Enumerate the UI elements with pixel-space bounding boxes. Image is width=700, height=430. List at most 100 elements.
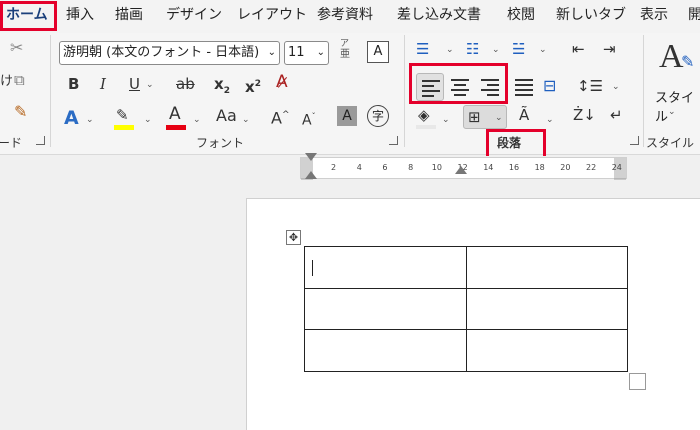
text-effects-icon[interactable]: A bbox=[64, 109, 79, 128]
ruler-number: 24 bbox=[611, 163, 622, 172]
table-cell[interactable] bbox=[467, 330, 628, 371]
enclose-char-button[interactable]: 字 bbox=[367, 105, 389, 127]
chevron-down-icon[interactable]: ⌄ bbox=[442, 115, 450, 125]
justify-button[interactable] bbox=[510, 73, 538, 101]
indent-marker[interactable] bbox=[305, 153, 317, 183]
font-color-icon[interactable]: A bbox=[169, 105, 181, 123]
highlight-color-bar bbox=[114, 125, 134, 130]
tab-mailings[interactable]: 差し込み文書 bbox=[397, 0, 481, 33]
superscript-button[interactable]: x2 bbox=[245, 75, 261, 96]
char-shading-button[interactable]: A bbox=[337, 106, 357, 126]
grow-font-button[interactable]: A^ bbox=[271, 106, 290, 127]
ruby-top-text[interactable]: ア bbox=[340, 39, 349, 49]
table-cell[interactable] bbox=[305, 289, 467, 330]
tab-new[interactable]: 新しいタブ bbox=[556, 0, 626, 33]
table-cell[interactable] bbox=[305, 330, 467, 371]
italic-button[interactable]: I bbox=[100, 75, 106, 93]
grow-font-letter: A bbox=[271, 108, 282, 128]
ribbon: ✂ け ⧉ ✎ ード 游明朝 (本文のフォント - 日本語) ⌄ 11 ⌄ ア … bbox=[0, 33, 700, 159]
highlighter-icon[interactable]: ✎ bbox=[116, 106, 129, 124]
tab-review[interactable]: 校閲 bbox=[507, 0, 535, 33]
table-cell[interactable] bbox=[467, 247, 628, 289]
separator bbox=[50, 35, 51, 147]
ruler-number: 8 bbox=[408, 163, 414, 172]
decrease-indent-icon[interactable]: ⇤ bbox=[572, 40, 585, 58]
chevron-down-icon[interactable]: ⌄ bbox=[612, 82, 620, 92]
styles-gallery-icon[interactable]: A bbox=[659, 37, 684, 77]
shrink-font-button[interactable]: Aˇ bbox=[302, 108, 316, 130]
tab-view[interactable]: 表示 bbox=[640, 0, 668, 33]
shading-color-bar bbox=[416, 125, 436, 129]
distributed-icon[interactable]: ⊟ bbox=[543, 77, 556, 95]
cut-icon[interactable]: ✂ bbox=[10, 39, 23, 57]
paragraph-launcher-icon[interactable] bbox=[630, 136, 639, 145]
increase-indent-icon[interactable]: ⇥ bbox=[603, 40, 616, 58]
asian-layout-icon[interactable]: Ã bbox=[519, 106, 529, 124]
chevron-down-icon[interactable]: ⌄ bbox=[546, 115, 554, 125]
font-name-value: 游明朝 (本文のフォント - 日本語) bbox=[63, 45, 260, 60]
column-marker[interactable] bbox=[455, 166, 467, 180]
change-case-button[interactable]: Aa bbox=[216, 107, 237, 125]
multilevel-list-icon[interactable]: ☱ bbox=[512, 40, 525, 58]
shrink-font-letter: A bbox=[302, 112, 312, 129]
ruby-icon[interactable]: 亜 bbox=[340, 49, 350, 61]
chevron-down-icon[interactable]: ⌄ bbox=[146, 80, 154, 90]
char-border-button[interactable]: A bbox=[367, 41, 389, 63]
move-icon[interactable]: ✥ bbox=[286, 230, 301, 245]
font-size-box[interactable]: 11 ⌄ bbox=[284, 41, 329, 65]
shading-icon[interactable]: ◈ bbox=[418, 106, 430, 124]
table-cell[interactable] bbox=[305, 247, 467, 289]
chevron-down-icon[interactable]: ⌄ bbox=[668, 107, 676, 117]
show-marks-icon[interactable]: ↵ bbox=[610, 106, 623, 124]
chevron-down-icon[interactable]: ⌄ bbox=[144, 115, 152, 125]
chevron-down-icon[interactable]: ⌄ bbox=[446, 45, 454, 55]
underline-button[interactable]: U bbox=[129, 75, 140, 93]
separator bbox=[643, 35, 644, 147]
paste-partial-label: け bbox=[0, 74, 14, 89]
ruler-number: 16 bbox=[508, 163, 520, 172]
sort-icon[interactable]: Ż↓ bbox=[573, 106, 596, 124]
subscript-x: x bbox=[214, 75, 224, 93]
separator bbox=[404, 35, 405, 147]
tab-draw[interactable]: 描画 bbox=[115, 0, 143, 33]
copy-icon[interactable]: ⧉ bbox=[14, 71, 25, 89]
table-resize-handle[interactable] bbox=[629, 373, 646, 390]
justify-icon bbox=[515, 79, 533, 99]
tab-insert[interactable]: 挿入 bbox=[66, 0, 94, 33]
chevron-down-icon[interactable]: ⌄ bbox=[317, 42, 325, 64]
chevron-down-icon[interactable]: ⌄ bbox=[86, 115, 94, 125]
styles-button-label[interactable]: スタイル bbox=[655, 87, 700, 125]
menu-bar: ホーム 挿入 描画 デザイン レイアウト 参考資料 差し込み文書 校閲 新しいタ… bbox=[0, 0, 700, 33]
chevron-down-icon[interactable]: ⌄ bbox=[492, 45, 500, 55]
tab-references[interactable]: 参考資料 bbox=[317, 0, 373, 33]
superscript-x: x bbox=[245, 78, 255, 96]
ruler-number: 22 bbox=[586, 163, 597, 172]
chevron-down-icon[interactable]: ⌄ bbox=[193, 115, 201, 125]
numbering-icon[interactable]: ☷ bbox=[466, 40, 479, 58]
text-cursor bbox=[312, 260, 313, 276]
borders-button[interactable]: ⊞ ⌄ bbox=[463, 105, 507, 129]
subscript-button[interactable]: x2 bbox=[214, 75, 230, 100]
chevron-down-icon: ⌄ bbox=[495, 113, 503, 123]
clear-formatting-icon[interactable]: A̷ bbox=[276, 73, 288, 91]
chevron-down-icon[interactable]: ⌄ bbox=[268, 42, 276, 64]
superscript-mark: 2 bbox=[254, 79, 261, 89]
format-painter-icon[interactable]: ✎ bbox=[14, 103, 27, 121]
font-size-value: 11 bbox=[288, 45, 305, 60]
tab-developer[interactable]: 開 bbox=[688, 0, 700, 33]
tab-layout[interactable]: レイアウト bbox=[237, 0, 307, 33]
tab-design[interactable]: デザイン bbox=[166, 0, 222, 33]
bold-button[interactable]: B bbox=[68, 75, 79, 93]
bullets-icon[interactable]: ☰ bbox=[416, 40, 429, 58]
font-name-box[interactable]: 游明朝 (本文のフォント - 日本語) ⌄ bbox=[59, 41, 280, 65]
table[interactable] bbox=[304, 246, 628, 372]
clipboard-launcher-icon[interactable] bbox=[36, 136, 45, 145]
strikethrough-button[interactable]: ab bbox=[176, 75, 195, 93]
line-spacing-icon[interactable]: ↕☰ bbox=[577, 77, 603, 95]
chevron-down-icon[interactable]: ⌄ bbox=[539, 45, 547, 55]
font-launcher-icon[interactable] bbox=[389, 136, 398, 145]
table-cell[interactable] bbox=[467, 289, 628, 330]
ruler-number: 6 bbox=[382, 163, 388, 172]
borders-icon: ⊞ bbox=[468, 108, 481, 126]
chevron-down-icon[interactable]: ⌄ bbox=[242, 115, 250, 125]
